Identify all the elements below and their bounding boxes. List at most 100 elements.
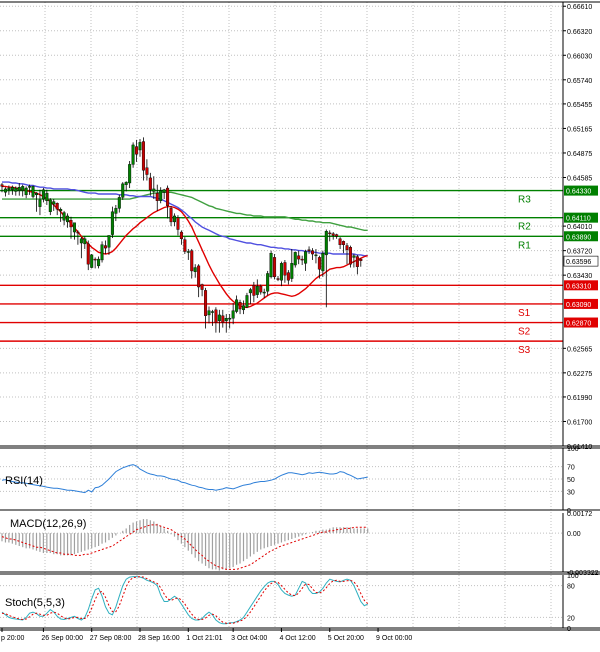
level-price-label: 0.64330 — [566, 189, 591, 196]
candle — [79, 238, 83, 244]
x-tick-label: 26 Sep 00:00 — [41, 635, 83, 642]
level-label-s2: S2 — [518, 327, 531, 338]
candle — [338, 238, 342, 245]
y-tick-label: 0.65455 — [567, 102, 592, 109]
candle — [90, 254, 94, 268]
candle — [304, 251, 308, 264]
candle — [166, 187, 170, 207]
candle — [290, 263, 294, 279]
candle — [45, 192, 49, 201]
x-tick-label: 3 Oct 04:00 — [231, 635, 267, 642]
stoch-tick-label: 20 — [567, 615, 575, 622]
candle — [286, 272, 290, 281]
candle — [117, 197, 121, 209]
candle — [55, 203, 59, 210]
candle — [3, 188, 7, 193]
candle — [276, 278, 280, 280]
candle — [110, 211, 114, 235]
candle — [335, 234, 339, 237]
y-tick-label: 0.66030 — [567, 53, 592, 60]
candle — [255, 285, 259, 295]
y-tick-label: 0.64585 — [567, 175, 592, 182]
candle — [76, 231, 80, 234]
candle — [69, 219, 73, 228]
y-tick-label: 0.64010 — [567, 224, 592, 231]
rsi-tick-label: 70 — [567, 465, 575, 472]
candle — [311, 250, 315, 255]
candle — [231, 310, 235, 319]
stoch-title: Stoch(5,5,3) — [5, 597, 65, 609]
candle — [269, 252, 273, 278]
candle — [141, 141, 145, 171]
candle — [35, 192, 39, 196]
candle — [204, 290, 208, 316]
level-label-r1: R1 — [518, 240, 531, 251]
stoch-tick-label: 80 — [567, 584, 575, 591]
candle — [138, 142, 142, 151]
candle — [107, 235, 111, 248]
candle — [52, 201, 56, 205]
candle — [66, 215, 70, 223]
candle — [72, 222, 76, 233]
candle — [21, 186, 25, 191]
candle — [348, 247, 352, 265]
candle — [24, 187, 28, 196]
level-label-s1: S1 — [518, 308, 531, 319]
candle — [193, 267, 197, 272]
level-label-r2: R2 — [518, 222, 531, 233]
level-price-label: 0.62870 — [566, 321, 591, 328]
y-tick-label: 0.66610 — [567, 4, 592, 11]
level-price-label: 0.64110 — [566, 216, 591, 223]
x-tick-label: 27 Sep 08:00 — [90, 635, 132, 642]
candle — [155, 192, 159, 201]
candle — [266, 273, 270, 292]
candle — [59, 208, 63, 212]
candle — [190, 250, 194, 272]
level-price-label: 0.63090 — [566, 302, 591, 309]
candle — [152, 188, 156, 192]
candle — [148, 177, 152, 190]
candle — [83, 238, 87, 245]
y-tick-label: 0.62275 — [567, 371, 592, 378]
x-tick-label: 9 Oct 00:00 — [376, 635, 412, 642]
candle — [224, 318, 228, 322]
x-tick-label: 1 Oct 21:01 — [186, 635, 222, 642]
candle — [62, 212, 66, 221]
candle — [97, 258, 101, 267]
candle — [221, 315, 225, 323]
candle — [186, 251, 190, 253]
current-price-label: 0.63596 — [566, 259, 591, 266]
candle — [17, 187, 21, 191]
candle — [238, 302, 242, 310]
candle — [162, 189, 166, 193]
candle — [172, 215, 176, 223]
level-price-label: 0.63310 — [566, 283, 591, 290]
y-tick-label: 0.66320 — [567, 29, 592, 36]
candle — [131, 144, 135, 165]
candle — [14, 187, 18, 192]
candle — [262, 291, 266, 294]
y-tick-label: 0.61990 — [567, 395, 592, 402]
candle — [86, 243, 90, 265]
candle — [121, 183, 125, 198]
y-tick-label: 0.65740 — [567, 78, 592, 85]
candle — [200, 284, 204, 290]
y-tick-label: 0.63430 — [567, 273, 592, 280]
candle — [342, 241, 346, 245]
macd-title: MACD(12,26,9) — [10, 518, 86, 530]
candle — [273, 257, 277, 278]
macd-tick-label: 0.00 — [567, 531, 581, 538]
candle — [279, 263, 283, 281]
candle — [228, 318, 232, 320]
x-tick-label: 5 Oct 20:00 — [328, 635, 364, 642]
candle — [217, 314, 221, 322]
x-tick-label: 4 Oct 12:00 — [279, 635, 315, 642]
candle — [248, 289, 252, 294]
macd-tick-label: 0.00172 — [567, 511, 592, 518]
candle — [176, 217, 180, 230]
candle — [307, 249, 311, 251]
candle — [41, 189, 45, 200]
candle — [352, 255, 356, 258]
candle — [328, 232, 332, 235]
candle — [345, 245, 349, 250]
